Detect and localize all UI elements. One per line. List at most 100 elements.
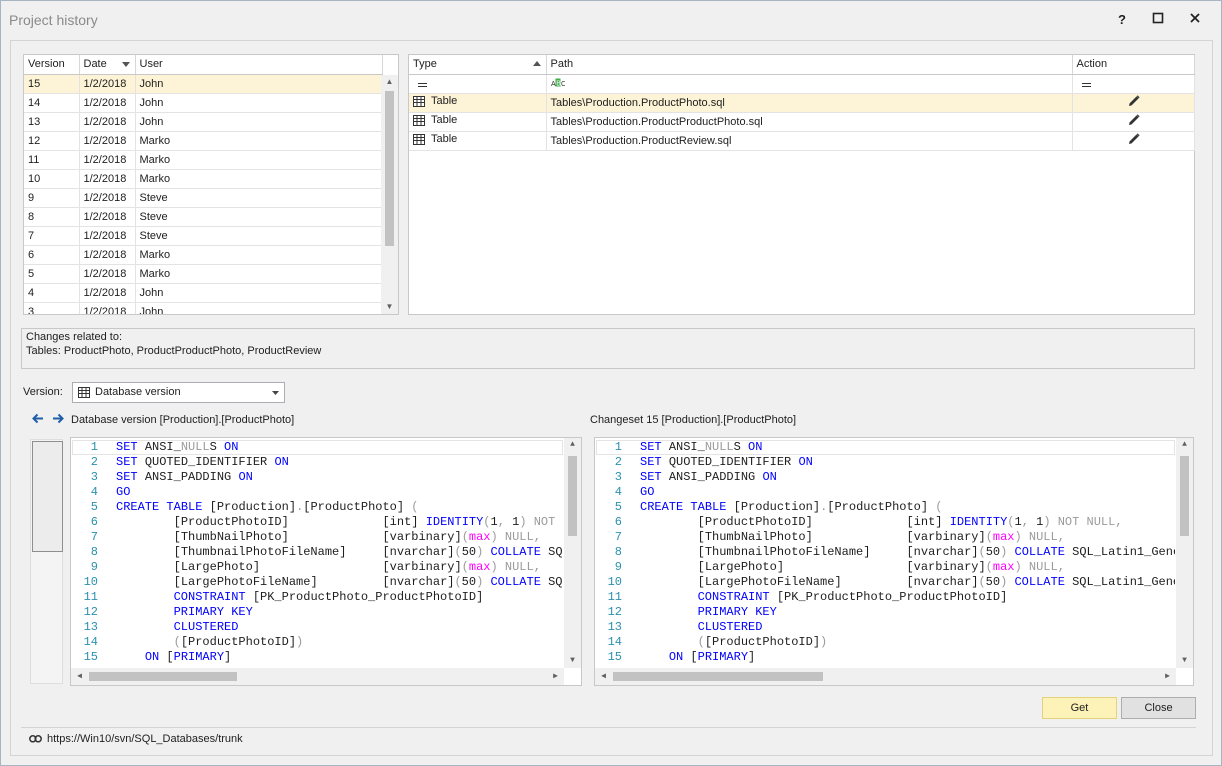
version-cell: 3 xyxy=(24,302,80,314)
close-window-button[interactable] xyxy=(1182,10,1208,30)
scroll-down-icon[interactable]: ▼ xyxy=(381,300,398,314)
type-cell: Table xyxy=(409,93,547,113)
previous-difference-icon[interactable] xyxy=(32,413,44,424)
history-scrollbar[interactable]: ▲ ▼ xyxy=(381,75,398,314)
code-line: 15 ON [PRIMARY] xyxy=(596,650,1175,665)
line-number: 1 xyxy=(90,440,98,454)
column-action[interactable]: Action xyxy=(1072,55,1195,75)
line-number: 3 xyxy=(90,470,98,484)
history-row[interactable]: 4 1/2/2018 John xyxy=(24,283,383,303)
scroll-up-icon[interactable]: ▲ xyxy=(381,75,398,89)
right-code-viewport: 1 SET ANSI_NULLS ON 2 SET QUOTED_IDENTIFIER… xyxy=(596,440,1175,667)
history-row[interactable]: 5 1/2/2018 Marko xyxy=(24,264,383,284)
action-cell xyxy=(1072,131,1195,151)
scroll-left-icon[interactable]: ◀ xyxy=(71,670,88,684)
scroll-right-icon[interactable]: ▶ xyxy=(1159,670,1176,684)
scroll-up-icon[interactable]: ▲ xyxy=(1176,438,1193,452)
history-row[interactable]: 11 1/2/2018 Marko xyxy=(24,150,383,170)
date-cell: 1/2/2018 xyxy=(79,302,136,314)
scroll-thumb[interactable] xyxy=(1180,456,1189,536)
history-row[interactable]: 7 1/2/2018 Steve xyxy=(24,226,383,246)
history-row[interactable]: 15 1/2/2018 John xyxy=(24,74,383,94)
scroll-thumb[interactable] xyxy=(385,91,394,246)
column-date[interactable]: Date xyxy=(79,55,136,75)
type-cell: Table xyxy=(409,131,547,151)
column-path[interactable]: Path xyxy=(546,55,1073,75)
scroll-down-icon[interactable]: ▼ xyxy=(1176,654,1193,668)
right-code-vscroll[interactable]: ▲ ▼ xyxy=(1176,438,1193,668)
scroll-left-icon[interactable]: ◀ xyxy=(595,670,612,684)
scroll-thumb[interactable] xyxy=(568,456,577,536)
line-number: 13 xyxy=(83,620,98,634)
column-user[interactable]: User xyxy=(135,55,383,75)
history-row[interactable]: 13 1/2/2018 John xyxy=(24,112,383,132)
next-difference-icon[interactable] xyxy=(52,413,64,424)
scroll-right-icon[interactable]: ▶ xyxy=(547,670,564,684)
history-row[interactable]: 6 1/2/2018 Marko xyxy=(24,245,383,265)
left-code-hscroll[interactable]: ◀ ▶ xyxy=(71,668,564,685)
change-row[interactable]: Table Tables\Production.ProductPhoto.sql xyxy=(409,93,1195,113)
line-number: 13 xyxy=(607,620,622,634)
diff-overview-viewport[interactable] xyxy=(32,441,63,552)
history-row[interactable]: 10 1/2/2018 Marko xyxy=(24,169,383,189)
path-filter[interactable]: A B C xyxy=(546,74,1073,94)
line-number: 11 xyxy=(83,590,98,604)
code-line: 12 PRIMARY KEY xyxy=(596,605,1175,620)
maximize-button[interactable] xyxy=(1145,10,1171,30)
line-number: 6 xyxy=(614,515,622,529)
code-line: 5 CREATE TABLE [Production].[ProductPhoto… xyxy=(72,500,563,515)
line-number: 7 xyxy=(614,530,622,544)
line-number: 12 xyxy=(83,605,98,619)
history-row[interactable]: 12 1/2/2018 Marko xyxy=(24,131,383,151)
left-code-pane[interactable]: 1 SET ANSI_NULLS ON 2 SET QUOTED_IDENTIFIER… xyxy=(70,437,582,686)
code-line: 1 SET ANSI_NULLS ON xyxy=(596,440,1175,455)
version-cell: 13 xyxy=(24,112,80,132)
scroll-down-icon[interactable]: ▼ xyxy=(564,654,581,668)
version-label: Version: xyxy=(23,386,63,398)
column-version[interactable]: Version xyxy=(24,55,80,75)
version-cell: 6 xyxy=(24,245,80,265)
path-cell: Tables\Production.ProductProductPhoto.sq… xyxy=(546,112,1073,132)
left-code-vscroll[interactable]: ▲ ▼ xyxy=(564,438,581,668)
history-grid: Version Date User 15 1/2/2018 John 14 1/2/2… xyxy=(23,54,399,315)
column-type[interactable]: Type xyxy=(409,55,547,75)
version-cell: 12 xyxy=(24,131,80,151)
right-code-pane[interactable]: 1 SET ANSI_NULLS ON 2 SET QUOTED_IDENTIFIER… xyxy=(594,437,1194,686)
user-cell: Steve xyxy=(135,207,383,227)
version-select[interactable]: Database version xyxy=(72,382,285,403)
code-line: 4 GO xyxy=(596,485,1175,500)
date-cell: 1/2/2018 xyxy=(79,283,136,303)
help-button[interactable]: ? xyxy=(1109,10,1135,30)
change-row[interactable]: Table Tables\Production.ProductReview.sq… xyxy=(409,131,1195,151)
close-button[interactable]: Close xyxy=(1121,697,1196,719)
date-cell: 1/2/2018 xyxy=(79,188,136,208)
type-filter[interactable] xyxy=(409,74,547,94)
get-button[interactable]: Get xyxy=(1042,697,1117,719)
path-cell: Tables\Production.ProductReview.sql xyxy=(546,131,1073,151)
history-row[interactable]: 9 1/2/2018 Steve xyxy=(24,188,383,208)
history-row[interactable]: 8 1/2/2018 Steve xyxy=(24,207,383,227)
code-line: 10 [LargePhotoFileName] [nvarchar](50) C… xyxy=(72,575,563,590)
table-icon xyxy=(413,114,425,126)
type-label: Table xyxy=(431,95,458,108)
code-line: 6 [ProductPhotoID] [int] IDENTITY(1, 1) … xyxy=(596,515,1175,530)
related-label: Changes related to: xyxy=(26,331,123,343)
diff-overview-bar[interactable] xyxy=(30,439,63,684)
line-number: 11 xyxy=(607,590,622,604)
right-code-hscroll[interactable]: ◀ ▶ xyxy=(595,668,1176,685)
history-row[interactable]: 3 1/2/2018 John xyxy=(24,302,383,314)
scroll-thumb[interactable] xyxy=(89,672,237,681)
user-cell: Steve xyxy=(135,188,383,208)
code-line: 11 CONSTRAINT [PK_ProductPhoto_ProductPh… xyxy=(596,590,1175,605)
history-row[interactable]: 14 1/2/2018 John xyxy=(24,93,383,113)
path-cell: Tables\Production.ProductPhoto.sql xyxy=(546,93,1073,113)
code-line: 6 [ProductPhotoID] [int] IDENTITY(1, 1) … xyxy=(72,515,563,530)
change-row[interactable]: Table Tables\Production.ProductProductPh… xyxy=(409,112,1195,132)
table-icon xyxy=(413,95,425,107)
scroll-up-icon[interactable]: ▲ xyxy=(564,438,581,452)
line-number: 10 xyxy=(607,575,622,589)
scroll-thumb[interactable] xyxy=(613,672,823,681)
line-number: 15 xyxy=(607,650,622,664)
action-filter[interactable] xyxy=(1072,74,1195,94)
equals-filter-icon xyxy=(1081,82,1091,87)
